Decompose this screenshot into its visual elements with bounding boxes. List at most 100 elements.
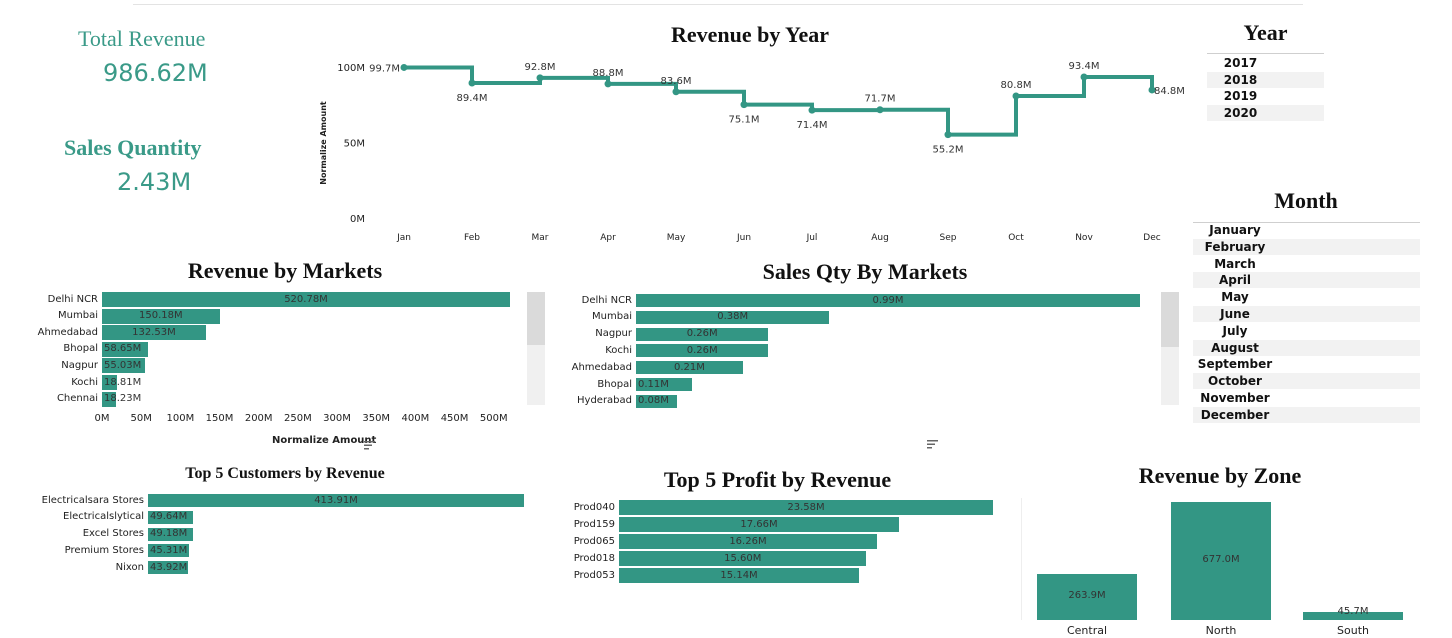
bar-value-label: 23.58M: [787, 501, 825, 513]
scrollbar-thumb[interactable]: [1161, 292, 1179, 347]
x-tick-label: Nov: [1075, 233, 1093, 243]
month-item-november[interactable]: November: [1193, 390, 1277, 406]
data-label: 80.8M: [1001, 80, 1032, 91]
sales-qty-label: Sales Quantity: [64, 135, 202, 160]
month-item-august[interactable]: August: [1193, 340, 1277, 356]
month-item-june[interactable]: June: [1193, 306, 1277, 322]
category-label: Prod018: [573, 552, 615, 564]
bar-value-label: 58.65M: [104, 343, 142, 355]
data-point: [536, 74, 544, 82]
data-label: 83.6M: [661, 76, 692, 87]
x-tick-label: May: [667, 233, 686, 243]
data-label: 93.4M: [1069, 61, 1100, 72]
x-tick-label: Jun: [736, 233, 751, 243]
y-tick-label: 50M: [344, 139, 365, 150]
x-tick-label: Jul: [806, 233, 818, 243]
year-item-2019[interactable]: 2019: [1207, 88, 1274, 104]
revenue-by-year-chart: 0M 50M 100M Normalize Amount 99.7M Jan 89.4M Fe…: [319, 61, 1185, 243]
top5-profit-title: Top 5 Profit by Revenue: [663, 467, 892, 492]
month-item-may[interactable]: May: [1193, 289, 1277, 305]
x-tick-label: Oct: [1008, 233, 1024, 243]
year-item-2017[interactable]: 2017: [1207, 55, 1274, 71]
data-point: [468, 79, 476, 87]
category-label: Premium Stores: [64, 544, 144, 556]
top5-customers-title: Top 5 Customers by Revenue: [185, 465, 385, 482]
data-label: 88.8M: [593, 68, 624, 79]
category-label: Nagpur: [61, 359, 98, 371]
category-label: Ahmedabad: [37, 326, 98, 338]
category-label: Delhi NCR: [581, 294, 632, 306]
x-tick-label: 250M: [284, 413, 312, 424]
category-label: Prod053: [573, 569, 615, 581]
x-tick-label: 500M: [479, 413, 508, 424]
bar-value-label: 0.21M: [674, 361, 705, 373]
data-label: 71.4M: [797, 120, 828, 131]
month-item-april[interactable]: April: [1193, 272, 1277, 288]
month-item-february[interactable]: February: [1193, 239, 1277, 255]
category-label: Mumbai: [58, 310, 98, 322]
month-item-january[interactable]: January: [1193, 222, 1277, 238]
sales-qty-by-markets-title: Sales Qty By Markets: [762, 259, 968, 284]
x-tick-label: 100M: [166, 413, 195, 424]
data-point: [400, 63, 408, 71]
x-tick-label: 50M: [130, 413, 152, 424]
category-label: Excel Stores: [82, 528, 144, 540]
data-label: 55.2M: [933, 145, 964, 156]
total-revenue-value: 986.62M: [103, 59, 208, 87]
year-item-2020[interactable]: 2020: [1207, 105, 1274, 121]
month-item-march[interactable]: March: [1193, 256, 1277, 272]
sort-icon[interactable]: [927, 434, 939, 453]
x-tick-label: Jan: [396, 233, 411, 243]
month-item-july[interactable]: July: [1193, 323, 1277, 339]
revenue-by-year-title: Revenue by Year: [670, 22, 830, 47]
data-point: [672, 88, 680, 96]
bar-value-label: 263.9M: [1068, 590, 1106, 601]
x-tick-label: Feb: [464, 233, 480, 243]
x-tick-label: Central: [1066, 624, 1108, 637]
month-item-october[interactable]: October: [1193, 373, 1277, 389]
x-tick-label: South: [1337, 624, 1369, 637]
data-point: [876, 106, 884, 114]
category-label: Kochi: [605, 344, 632, 356]
month-item-september[interactable]: September: [1193, 356, 1277, 372]
category-label: Nagpur: [595, 328, 632, 340]
category-label: Prod040: [573, 501, 615, 513]
data-label: 71.7M: [865, 94, 896, 105]
revenue-by-zone-title: Revenue by Zone: [1138, 463, 1302, 488]
top-divider: [133, 4, 1303, 5]
data-label: 92.8M: [525, 62, 556, 73]
year-filter-title: Year: [1243, 20, 1288, 45]
year-filter-divider: [1207, 53, 1324, 54]
month-item-december[interactable]: December: [1193, 407, 1277, 423]
category-label: Kochi: [71, 376, 98, 388]
x-tick-label: Aug: [871, 233, 889, 243]
category-label: Mumbai: [592, 311, 632, 323]
sales-qty-scrollbar[interactable]: [1161, 292, 1179, 405]
y-tick-label: 100M: [337, 63, 365, 74]
bar-value-label: 0.26M: [686, 344, 718, 356]
sort-icon[interactable]: [364, 435, 376, 454]
x-tick-label: 0M: [94, 413, 110, 424]
category-label: Hyderabad: [577, 395, 632, 407]
zone-axis-line: [1021, 498, 1022, 620]
category-label: Nixon: [115, 561, 144, 573]
category-label: Bhopal: [597, 378, 632, 390]
x-tick-label: 200M: [244, 413, 273, 424]
revenue-step-line: [404, 65, 1154, 137]
y-axis-label: Normalize Amount: [319, 101, 328, 185]
bar-value-label: 43.92M: [150, 561, 188, 573]
x-tick-label: 400M: [401, 413, 430, 424]
category-label: Delhi NCR: [47, 293, 98, 305]
bar-value-label: 49.64M: [150, 511, 188, 523]
data-point: [740, 101, 748, 109]
x-tick-label: 450M: [440, 413, 469, 424]
y-tick-label: 0M: [350, 214, 365, 225]
category-label: Chennai: [56, 393, 98, 405]
revenue-by-markets-title: Revenue by Markets: [187, 258, 383, 283]
year-item-2018[interactable]: 2018: [1207, 72, 1274, 88]
data-label: 99.7M: [369, 63, 400, 74]
bar-value-label: 0.26M: [686, 328, 718, 340]
data-label: 75.1M: [729, 115, 760, 126]
x-tick-label: Sep: [940, 233, 957, 243]
sales-qty-value: 2.43M: [117, 168, 192, 196]
